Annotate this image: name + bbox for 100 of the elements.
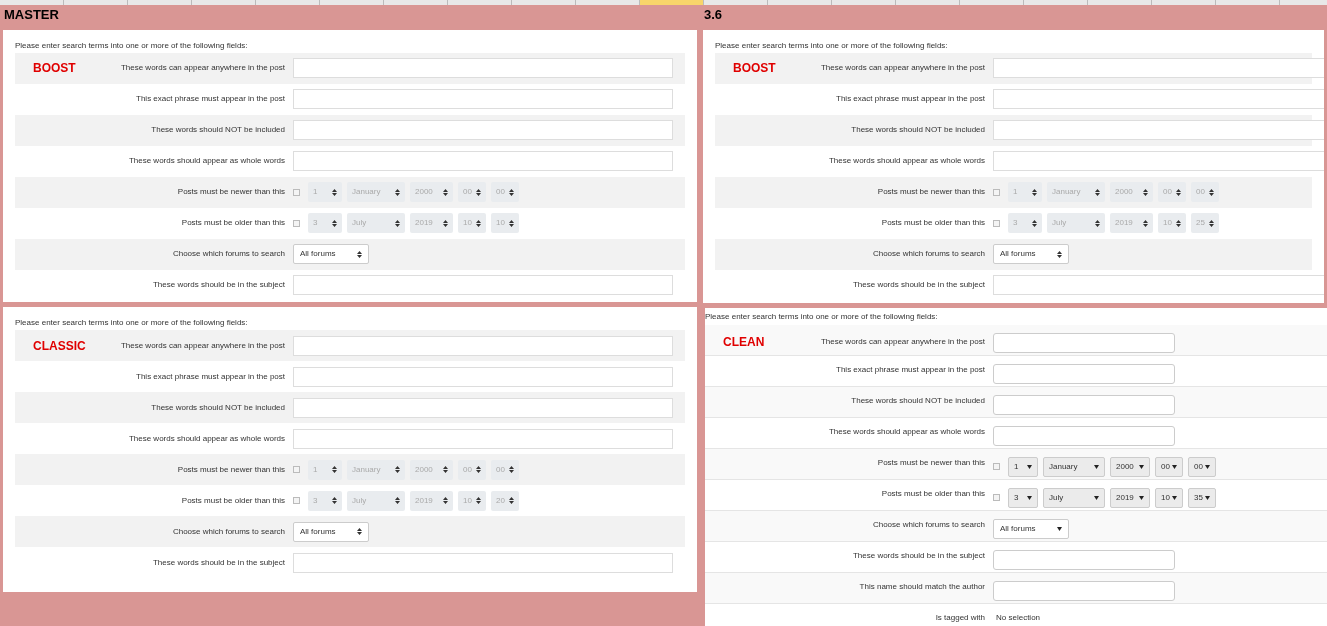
caret-icon	[1027, 464, 1032, 469]
field-label: This exact phrase must appear in the post	[136, 370, 285, 383]
field-label: These words can appear anywhere in the post	[120, 339, 285, 352]
field-label: These words can appear anywhere in the post	[820, 335, 985, 348]
field-label: These words can appear anywhere in the post	[120, 62, 285, 75]
field-label: These words should be in the subject	[852, 279, 985, 292]
caret-icon	[509, 466, 514, 474]
field-label: Posts must be older than this	[181, 494, 285, 507]
field-label: These words should NOT be included	[851, 124, 985, 137]
field-label: Choose which forums to search	[872, 518, 985, 531]
text-input[interactable]	[293, 151, 673, 172]
caret-icon	[1176, 188, 1181, 196]
text-input[interactable]	[993, 363, 1175, 384]
caret-icon	[395, 188, 400, 196]
field-label: Is tagged with	[935, 611, 985, 624]
text-input[interactable]	[293, 89, 673, 110]
section-title: MASTER	[3, 6, 60, 25]
dropdown[interactable]: All forums	[293, 521, 369, 542]
text-input[interactable]	[993, 549, 1175, 570]
field-label: Choose which forums to search	[872, 248, 985, 261]
text-input[interactable]	[993, 120, 1324, 141]
dropdown[interactable]: 2019	[1110, 487, 1150, 508]
field-label: This exact phrase must appear in the post	[836, 363, 985, 376]
caret-icon	[395, 497, 400, 505]
checkbox[interactable]	[993, 494, 1000, 502]
dropdown[interactable]: All forums	[293, 244, 369, 265]
field-label: Posts must be newer than this	[177, 186, 285, 199]
caret-icon	[1139, 495, 1144, 500]
theme-label: CLEAN	[723, 333, 765, 351]
caret-icon	[395, 466, 400, 474]
caret-icon	[1172, 495, 1177, 500]
dropdown[interactable]: 3	[1008, 487, 1038, 508]
field-label: These words should NOT be included	[151, 124, 285, 137]
dropdown[interactable]: 10	[1155, 487, 1183, 508]
caret-icon	[395, 219, 400, 227]
text-input[interactable]	[993, 425, 1175, 446]
text-input[interactable]	[993, 394, 1175, 415]
field-label: These words should appear as whole words	[828, 155, 985, 168]
caret-icon	[1205, 464, 1210, 469]
checkbox[interactable]	[993, 463, 1000, 471]
intro-text: Please enter search terms into one or more of the following fields:	[15, 39, 249, 52]
caret-icon	[1172, 464, 1177, 469]
caret-icon	[509, 219, 514, 227]
dropdown[interactable]: 00	[1188, 456, 1216, 477]
field-label: These words should NOT be included	[151, 401, 285, 414]
text-input[interactable]	[293, 397, 673, 418]
caret-icon	[476, 466, 481, 474]
text-input[interactable]	[293, 366, 673, 387]
text-input[interactable]	[993, 275, 1324, 296]
dropdown[interactable]: 00	[1155, 456, 1183, 477]
field-label: Choose which forums to search	[172, 525, 285, 538]
field-label: This name should match the author	[859, 580, 985, 593]
caret-icon	[443, 219, 448, 227]
caret-icon	[1095, 188, 1100, 196]
field-label: These words should be in the subject	[852, 549, 985, 562]
dropdown[interactable]: 35	[1188, 487, 1216, 508]
caret-icon	[1032, 219, 1037, 227]
text-input[interactable]	[293, 120, 673, 141]
caret-icon	[332, 188, 337, 196]
theme-label: BOOST	[733, 60, 776, 78]
dropdown[interactable]: 2000	[1110, 456, 1150, 477]
field-label: Posts must be older than this	[181, 217, 285, 230]
text-input[interactable]	[293, 335, 673, 356]
field-label: These words should be in the subject	[152, 556, 285, 569]
text-input[interactable]	[993, 580, 1175, 601]
field-label: These words can appear anywhere in the post	[820, 62, 985, 75]
text-input[interactable]	[293, 428, 673, 449]
section-title: 3.6	[703, 6, 724, 25]
caret-icon	[443, 188, 448, 196]
text-input[interactable]	[293, 552, 673, 573]
caret-icon	[476, 497, 481, 505]
caret-icon	[1209, 219, 1214, 227]
text-input[interactable]	[993, 89, 1324, 110]
intro-text: Please enter search terms into one or more of the following fields:	[15, 317, 249, 330]
caret-icon	[1209, 188, 1214, 196]
field-label: These words should appear as whole words	[128, 155, 285, 168]
field-label: These words should appear as whole words	[128, 432, 285, 445]
caret-icon	[332, 497, 337, 505]
text-input[interactable]	[293, 275, 673, 296]
field-label: Posts must be older than this	[881, 217, 985, 230]
text-input[interactable]	[993, 58, 1324, 79]
caret-icon	[443, 466, 448, 474]
field-label: Posts must be newer than this	[877, 456, 985, 469]
dropdown[interactable]: January	[1043, 456, 1105, 477]
text-input[interactable]	[993, 151, 1324, 172]
text-input[interactable]	[993, 332, 1175, 353]
caret-icon	[1057, 526, 1062, 531]
caret-icon	[1176, 219, 1181, 227]
caret-icon	[1139, 464, 1144, 469]
field-label: These words should NOT be included	[851, 394, 985, 407]
caret-icon	[357, 528, 362, 536]
caret-icon	[476, 219, 481, 227]
dropdown[interactable]: July	[1043, 487, 1105, 508]
dropdown[interactable]: All forums	[993, 518, 1069, 539]
field-label: Posts must be older than this	[881, 487, 985, 500]
dropdown[interactable]: 1	[1008, 456, 1038, 477]
text-input[interactable]	[293, 58, 673, 79]
dropdown[interactable]: All forums	[993, 244, 1069, 265]
tag-value: No selection	[995, 611, 1041, 624]
caret-icon	[357, 250, 362, 258]
